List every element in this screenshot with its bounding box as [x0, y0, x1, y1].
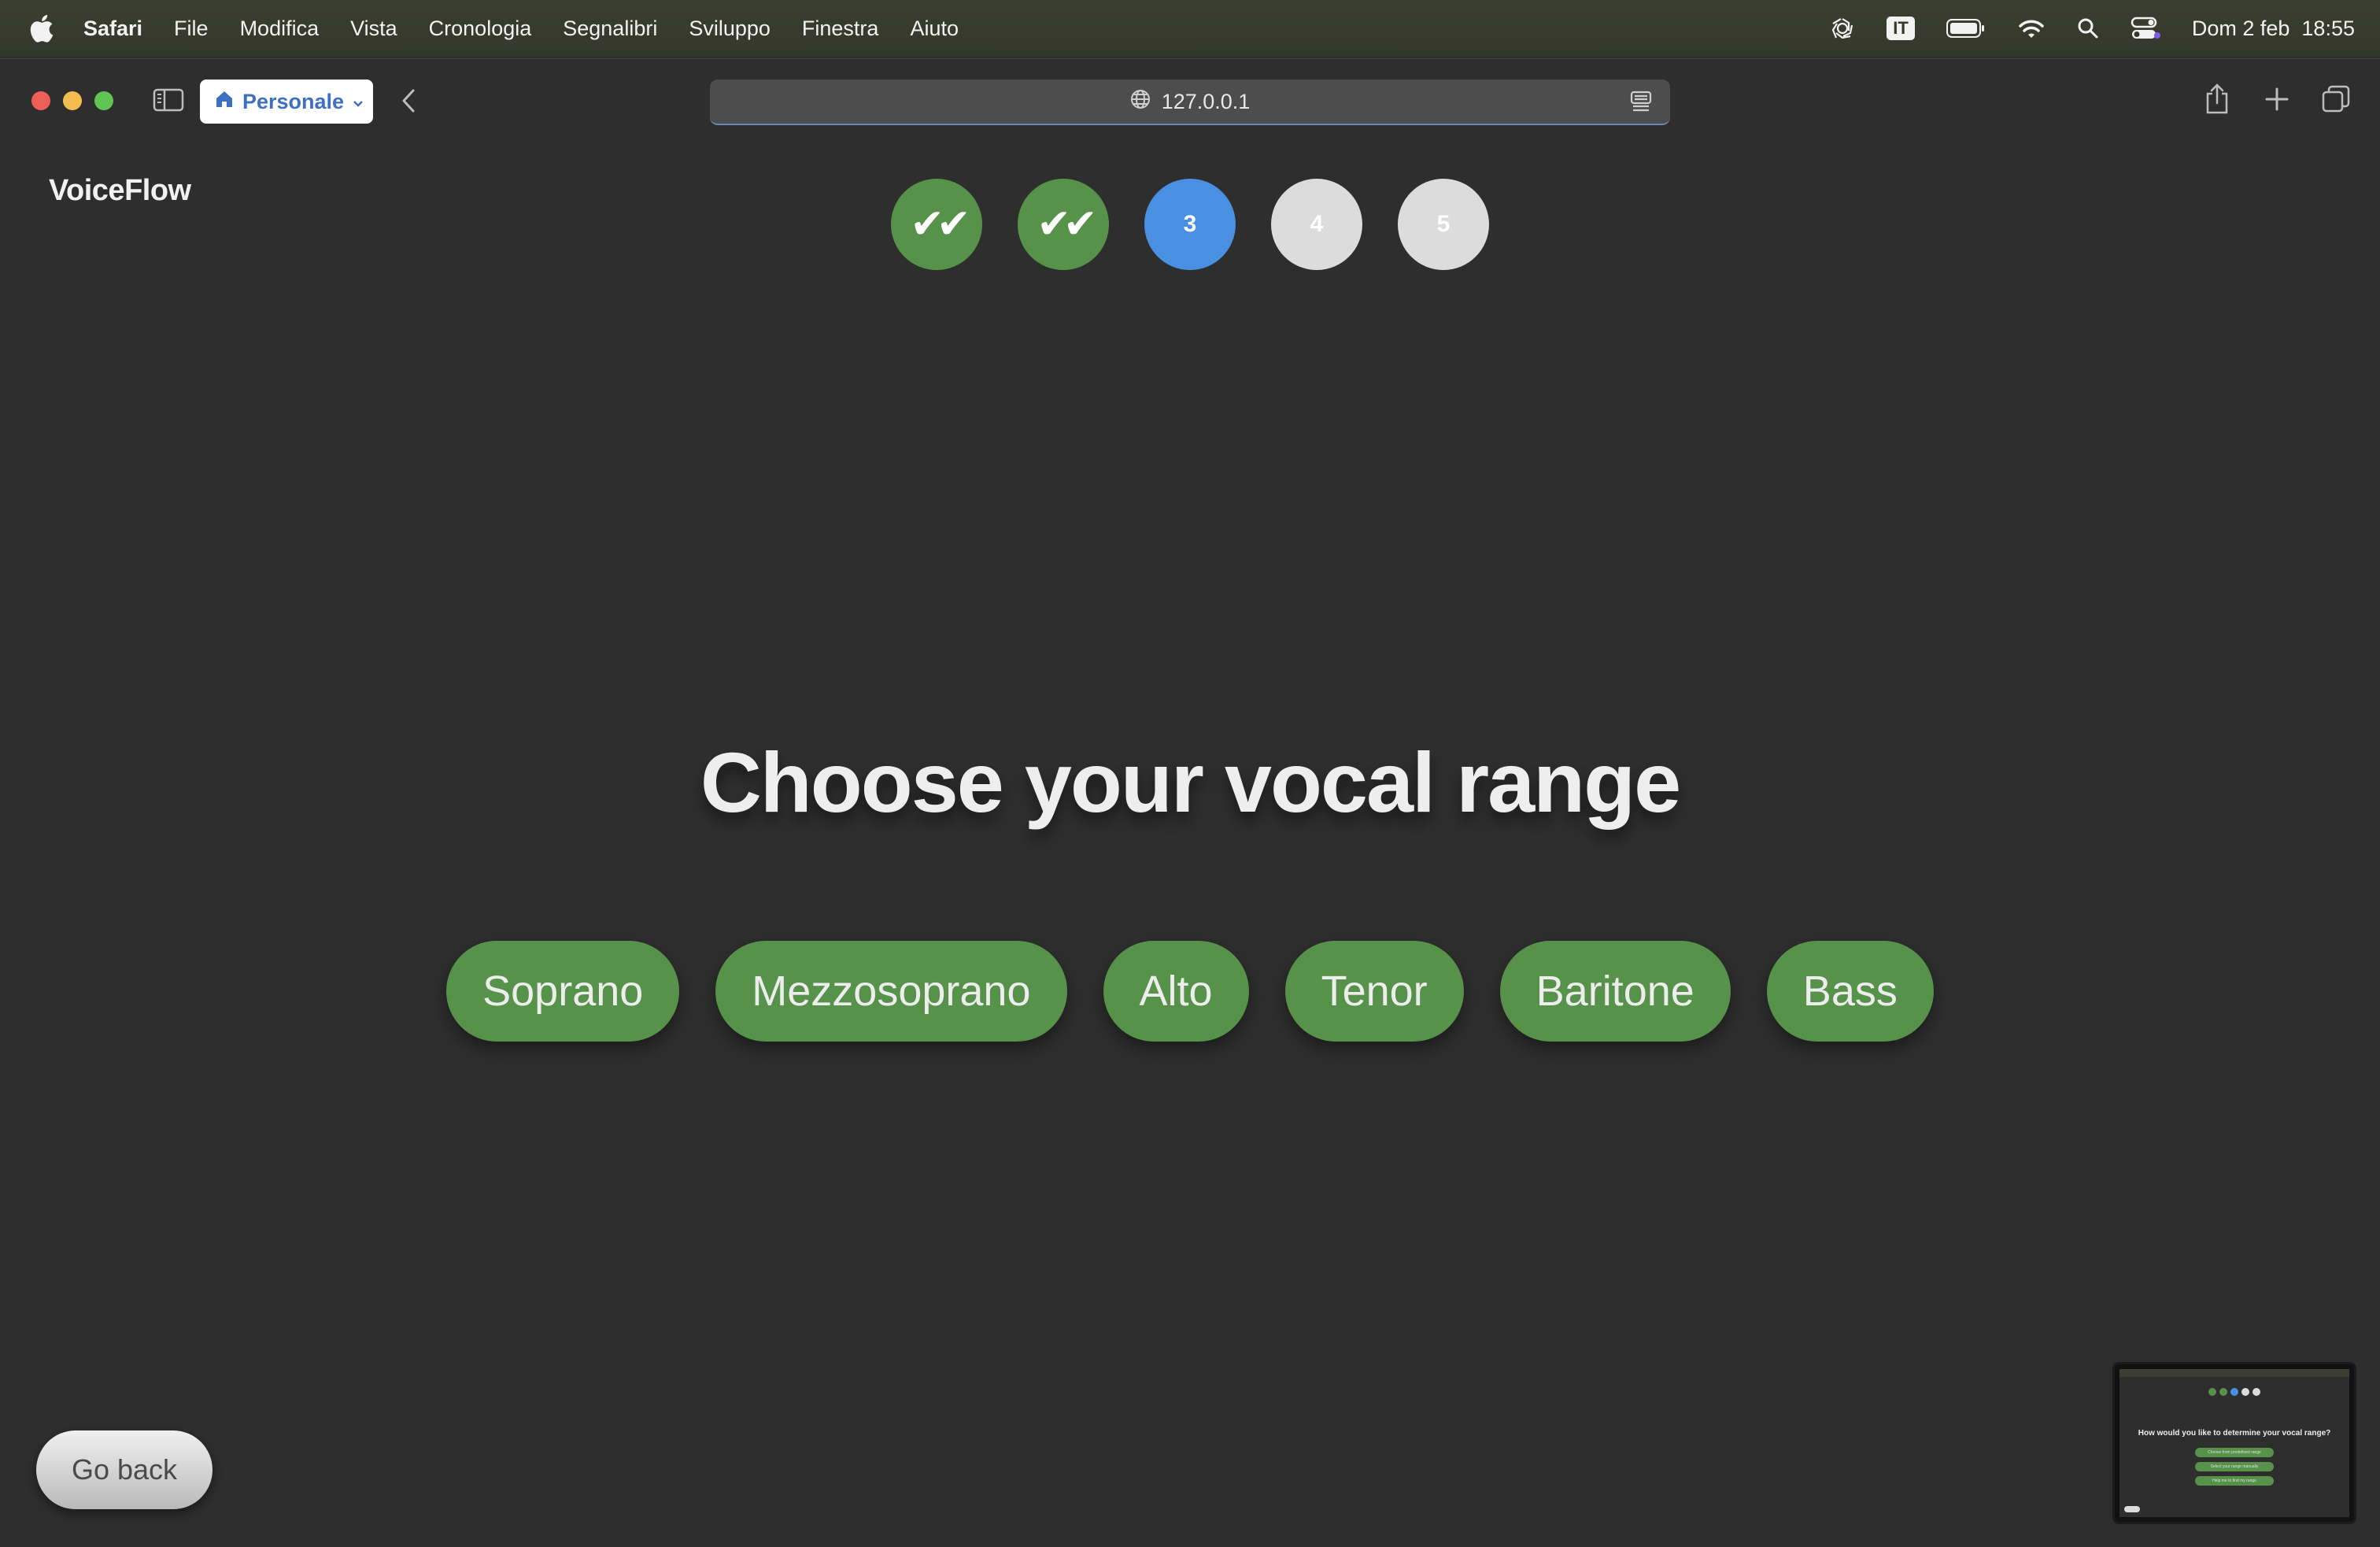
apple-menu-icon[interactable]: [30, 13, 57, 43]
menu-modifica[interactable]: Modifica: [240, 17, 320, 41]
chatgpt-icon[interactable]: [1830, 16, 1855, 41]
url-text: 127.0.0.1: [1161, 89, 1251, 113]
control-center-icon[interactable]: [2131, 17, 2160, 40]
reader-mode-icon[interactable]: [1629, 91, 1653, 118]
safari-window: Personale 127.0.0.1 VoiceFlow ✔✔ ✔✔ 3 4 …: [0, 58, 2380, 1547]
thumbnail-step: [2252, 1388, 2260, 1396]
page-title: Choose your vocal range: [700, 735, 1681, 830]
menubar-clock[interactable]: Dom 2 feb 18:55: [2192, 17, 2355, 41]
thumbnail-content: How would you like to determine your voc…: [2119, 1369, 2349, 1517]
thumbnail-step: [2230, 1388, 2238, 1396]
spotlight-search-icon[interactable]: [2077, 17, 2099, 39]
close-window-button[interactable]: [31, 91, 50, 110]
chevron-down-icon: [352, 90, 364, 114]
input-language-badge[interactable]: IT: [1887, 17, 1915, 40]
minimize-window-button[interactable]: [63, 91, 82, 110]
browser-toolbar: Personale 127.0.0.1: [0, 59, 2380, 142]
menu-aiuto[interactable]: Aiuto: [910, 17, 959, 41]
macos-menubar: Safari File Modifica Vista Cronologia Se…: [0, 0, 2380, 57]
address-bar[interactable]: 127.0.0.1: [710, 80, 1670, 125]
thumbnail-step: [2241, 1388, 2249, 1396]
thumbnail-option: Help me to find my range: [2195, 1476, 2274, 1486]
thumbnail-menubar: [2119, 1369, 2349, 1377]
menu-segnalibri[interactable]: Segnalibri: [563, 17, 657, 41]
screenshot-thumbnail[interactable]: How would you like to determine your voc…: [2112, 1362, 2356, 1524]
brand-logo[interactable]: VoiceFlow: [49, 174, 191, 208]
menu-vista[interactable]: Vista: [350, 17, 397, 41]
range-tenor-button[interactable]: Tenor: [1284, 941, 1464, 1042]
range-alto-button[interactable]: Alto: [1103, 941, 1249, 1042]
step-3-current: 3: [1144, 179, 1236, 270]
profile-label: Personale: [242, 89, 345, 113]
globe-icon: [1130, 89, 1151, 115]
range-bass-button[interactable]: Bass: [1766, 941, 1934, 1042]
web-page: VoiceFlow ✔✔ ✔✔ 3 4 5 Choose your vocal …: [0, 142, 2380, 1547]
range-soprano-button[interactable]: Soprano: [446, 941, 680, 1042]
step-4-pending: 4: [1271, 179, 1362, 270]
step-5-pending: 5: [1398, 179, 1489, 270]
menu-file[interactable]: File: [174, 17, 209, 41]
range-mezzosoprano-button[interactable]: Mezzosoprano: [715, 941, 1067, 1042]
thumbnail-back-button: [2124, 1506, 2140, 1512]
browser-back-button[interactable]: [400, 87, 419, 118]
thumbnail-steps: [2119, 1388, 2349, 1396]
menu-app-safari[interactable]: Safari: [83, 17, 142, 41]
go-back-button[interactable]: Go back: [36, 1430, 213, 1509]
menu-finestra[interactable]: Finestra: [802, 17, 879, 41]
house-icon: [214, 89, 235, 115]
thumbnail-option: Choose from predefined range: [2195, 1448, 2274, 1457]
thumbnail-options: Choose from predefined range Select your…: [2119, 1448, 2349, 1486]
new-tab-plus-icon[interactable]: [2264, 83, 2290, 120]
thumbnail-option: Select your range manually: [2195, 1462, 2274, 1471]
menu-cronologia[interactable]: Cronologia: [429, 17, 532, 41]
thumbnail-title: How would you like to determine your voc…: [2138, 1429, 2331, 1438]
vocal-range-options: Soprano Mezzosoprano Alto Tenor Baritone…: [0, 941, 2380, 1042]
thumbnail-step: [2208, 1388, 2216, 1396]
step-2-complete: ✔✔: [1018, 179, 1109, 270]
wifi-icon[interactable]: [2017, 17, 2046, 39]
step-1-complete: ✔✔: [891, 179, 982, 270]
share-icon[interactable]: [2204, 83, 2230, 120]
range-baritone-button[interactable]: Baritone: [1499, 941, 1731, 1042]
tab-overview-icon[interactable]: [2320, 83, 2352, 120]
zoom-window-button[interactable]: [94, 91, 113, 110]
battery-icon[interactable]: [1946, 18, 1986, 39]
sidebar-toggle-icon[interactable]: [153, 87, 184, 117]
menu-sviluppo[interactable]: Sviluppo: [689, 17, 771, 41]
profile-switcher-button[interactable]: Personale: [200, 80, 373, 124]
menubar-status-area: IT Dom 2 feb 18:55: [1830, 0, 2355, 57]
thumbnail-step: [2219, 1388, 2227, 1396]
